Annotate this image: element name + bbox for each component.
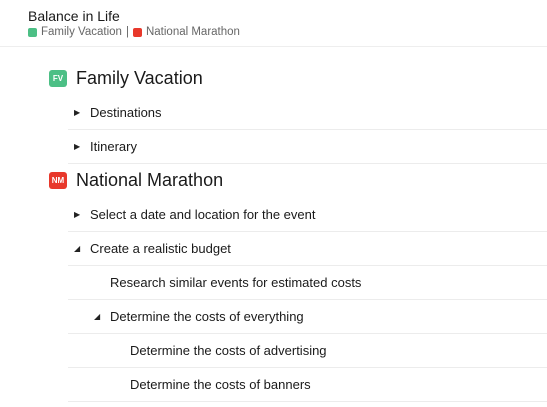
item-label: Destinations bbox=[90, 104, 162, 120]
project-badge-icon: NM bbox=[49, 171, 67, 189]
caret-right-icon[interactable]: ▶ bbox=[74, 142, 80, 151]
outline-item[interactable]: ◢ Determine the costs of everything bbox=[68, 299, 547, 334]
project-color-icon bbox=[132, 27, 142, 37]
caret-right-icon[interactable]: ▶ bbox=[74, 210, 80, 219]
item-label: Determine the costs of banners bbox=[130, 376, 311, 392]
item-label: Research similar events for estimated co… bbox=[110, 274, 362, 290]
outline-item[interactable]: ▶ Select a date and location for the even… bbox=[68, 197, 547, 232]
item-label: Create a realistic budget bbox=[90, 240, 231, 256]
caret-right-icon[interactable]: ▶ bbox=[74, 108, 80, 117]
outline-item[interactable]: ◢ Create a realistic budget bbox=[68, 231, 547, 266]
outline-item[interactable]: Determine the costs of advertising bbox=[68, 333, 547, 368]
project-badge-icon: FV bbox=[49, 69, 67, 87]
project-title: Family Vacation bbox=[76, 67, 203, 88]
caret-down-icon[interactable]: ◢ bbox=[94, 312, 100, 321]
project-link[interactable]: National Marathon bbox=[146, 26, 240, 38]
outline-item[interactable]: Research similar events for estimated co… bbox=[68, 265, 547, 300]
item-label: Determine the costs of everything bbox=[110, 308, 304, 324]
page-header: Balance in Life Family Vacation | Nation… bbox=[28, 8, 240, 38]
separator: | bbox=[125, 26, 129, 38]
item-label: Determine the costs of advertising bbox=[130, 342, 327, 358]
project-link[interactable]: Family Vacation bbox=[41, 26, 122, 38]
project-heading[interactable]: FV Family Vacation bbox=[49, 61, 547, 95]
caret-down-icon[interactable]: ◢ bbox=[74, 244, 80, 253]
project-legend: Family Vacation | National Marathon bbox=[28, 26, 240, 38]
item-label: Itinerary bbox=[90, 138, 137, 154]
page-title: Balance in Life bbox=[28, 8, 120, 24]
item-label: Select a date and location for the event bbox=[90, 206, 316, 222]
outline-item[interactable]: ▶ Itinerary bbox=[68, 129, 547, 164]
divider bbox=[0, 46, 547, 47]
outline-item[interactable]: ▶ Destinations bbox=[68, 95, 547, 130]
project-title: National Marathon bbox=[76, 169, 224, 190]
project-color-icon bbox=[28, 27, 37, 37]
outline-item[interactable]: Determine the costs of banners bbox=[68, 367, 547, 402]
project-heading[interactable]: NM National Marathon bbox=[49, 163, 547, 197]
